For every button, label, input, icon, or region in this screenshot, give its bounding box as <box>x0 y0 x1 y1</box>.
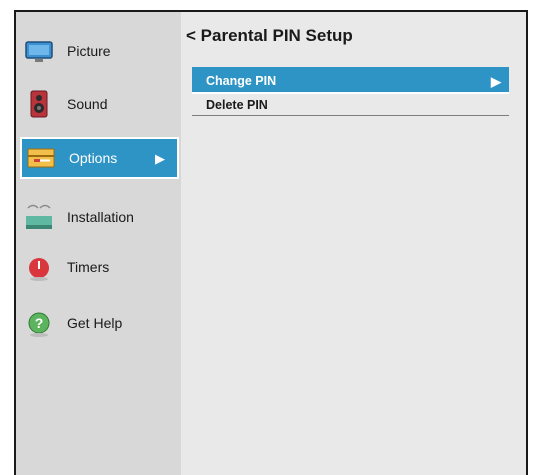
timer-icon <box>24 252 54 282</box>
page-title: < Parental PIN Setup <box>186 26 353 46</box>
sidebar-item-timers[interactable]: Timers <box>20 246 179 288</box>
page-title-text: Parental PIN Setup <box>200 26 353 45</box>
sidebar-item-sound[interactable]: Sound <box>20 83 179 125</box>
options-icon <box>26 143 56 173</box>
sidebar-item-label: Timers <box>67 259 110 275</box>
monitor-icon <box>24 36 54 66</box>
tv-menu-frame: Picture Sound Options ▶ Installation Tim… <box>14 10 528 475</box>
sidebar: Picture Sound Options ▶ Installation Tim… <box>16 12 181 475</box>
satellite-icon <box>24 202 54 232</box>
menu-item-label: Delete PIN <box>206 98 268 112</box>
sidebar-item-label: Picture <box>67 43 111 59</box>
main-panel: < Parental PIN Setup Change PIN ▶ Delete… <box>181 12 526 475</box>
menu-item-change-pin[interactable]: Change PIN ▶ <box>192 67 509 94</box>
chevron-right-icon: ▶ <box>155 151 165 166</box>
back-icon[interactable]: < <box>186 26 196 45</box>
sidebar-item-label: Get Help <box>67 315 123 331</box>
menu-item-delete-pin[interactable]: Delete PIN <box>192 94 509 116</box>
sidebar-item-label: Options <box>69 150 118 166</box>
sidebar-item-label: Installation <box>67 209 134 225</box>
pin-menu: Change PIN ▶ Delete PIN <box>192 67 509 116</box>
sidebar-item-get-help[interactable]: ? Get Help <box>20 302 179 344</box>
menu-item-label: Change PIN <box>206 74 277 88</box>
svg-text:?: ? <box>35 315 44 331</box>
sidebar-item-installation[interactable]: Installation <box>20 196 179 238</box>
sidebar-item-picture[interactable]: Picture <box>20 30 179 72</box>
speaker-icon <box>24 89 54 119</box>
sidebar-item-label: Sound <box>67 96 108 112</box>
help-icon: ? <box>24 308 54 338</box>
chevron-right-icon: ▶ <box>491 74 501 89</box>
sidebar-item-options[interactable]: Options ▶ <box>20 137 179 179</box>
